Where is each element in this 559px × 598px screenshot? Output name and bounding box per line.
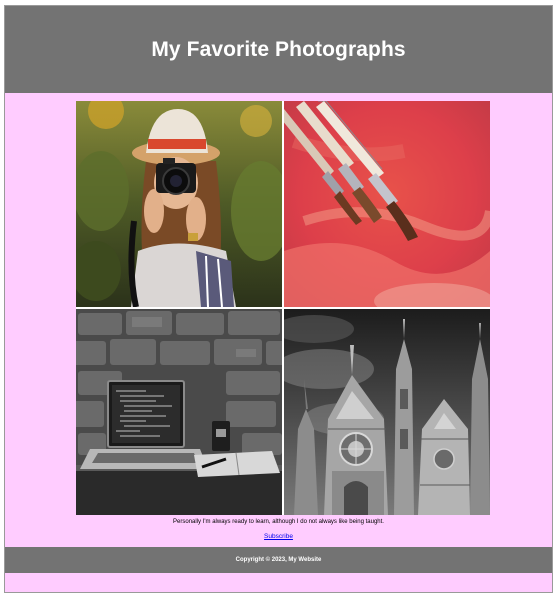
subscribe-container: Subscribe	[5, 533, 552, 540]
quote-caption: Personally I'm always ready to learn, al…	[173, 519, 384, 525]
photo-gallery	[76, 101, 490, 515]
photo-paintbrushes	[284, 101, 490, 307]
page-header: My Favorite Photographs	[5, 6, 552, 93]
woman-with-camera-image	[76, 101, 282, 307]
subscribe-link[interactable]: Subscribe	[264, 533, 293, 540]
page-title: My Favorite Photographs	[151, 37, 406, 61]
page-footer: Copyright © 2023, My Website	[5, 547, 552, 573]
cathedral-image	[284, 309, 490, 515]
copyright-text: Copyright © 2023, My Website	[235, 557, 322, 563]
photo-laptop-desk	[76, 309, 282, 515]
page-frame: My Favorite Photographs Personally I'm a…	[4, 5, 553, 593]
photo-woman-with-camera	[76, 101, 282, 307]
laptop-desk-image	[76, 309, 282, 515]
paintbrushes-image	[284, 101, 490, 307]
photo-cathedral	[284, 309, 490, 515]
